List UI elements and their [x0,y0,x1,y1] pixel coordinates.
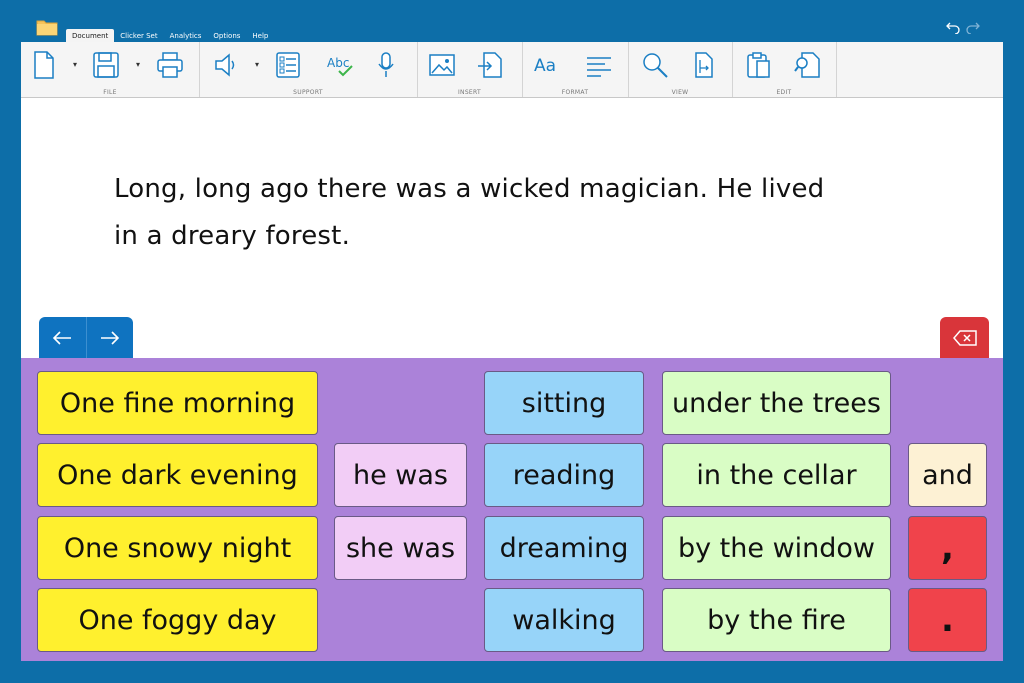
microphone-icon [378,52,394,77]
grid-cell-she-was[interactable]: she was [334,516,467,580]
speaker-icon [215,53,235,77]
align-button[interactable] [582,48,616,82]
backspace-button[interactable] [940,317,989,358]
grid-navigation [39,317,133,358]
grid-cell-one-dark-evening[interactable]: One dark evening [37,443,318,507]
new-document-icon [34,51,54,79]
find-icon [794,52,820,78]
speech-button[interactable] [209,48,243,82]
align-icon [587,57,611,77]
grid-cell-by-the-window[interactable]: by the window [662,516,891,580]
spellcheck-icon: Abc [327,56,353,77]
clicker-grid: One fine morning One dark evening One sn… [21,358,1003,661]
grid-cell-one-snowy-night[interactable]: One snowy night [37,516,318,580]
undo-redo [946,20,980,34]
spellcheck-button[interactable]: Abc [323,48,357,82]
zoom-button[interactable] [638,48,672,82]
print-icon [157,52,183,78]
grid-cell-dreaming[interactable]: dreaming [484,516,644,580]
grid-cell-in-the-cellar[interactable]: in the cellar [662,443,891,507]
grid-cell-sitting[interactable]: sitting [484,371,644,435]
tab-document[interactable]: Document [66,29,115,43]
tab-options[interactable]: Options [207,29,246,43]
print-button[interactable] [153,48,187,82]
ribbon-group-label: EDIT [776,89,792,96]
ribbon-group-view: VIEW [628,42,733,97]
page-size-button[interactable] [686,48,720,82]
speech-dropdown-caret[interactable]: ▾ [255,61,263,69]
backspace-icon [952,329,977,346]
document-area[interactable]: Long, long ago there was a wicked magici… [21,98,1003,358]
ribbon-group-format: Aa FORMAT [522,42,629,97]
grid-cell-full-stop[interactable]: . [908,588,987,652]
new-dropdown-caret[interactable]: ▾ [73,61,81,69]
next-grid-button[interactable] [85,317,134,358]
document-text[interactable]: Long, long ago there was a wicked magici… [114,166,914,260]
page-size-icon [695,52,713,78]
tab-help[interactable]: Help [246,29,274,43]
find-replace-button[interactable] [790,48,824,82]
ribbon-group-label: SUPPORT [293,89,323,96]
paste-icon [747,52,770,78]
grid-cell-reading[interactable]: reading [484,443,644,507]
save-dropdown-caret[interactable]: ▾ [136,61,144,69]
paste-button[interactable] [742,48,776,82]
folder-icon[interactable] [36,18,58,36]
grid-cell-he-was[interactable]: he was [334,443,467,507]
image-icon [429,54,455,76]
ribbon-group-label: FORMAT [561,89,589,96]
insert-file-button[interactable] [473,48,507,82]
ribbon-group-label: FILE [103,89,117,96]
back-arrow-icon [53,330,72,345]
grid-cell-comma[interactable]: , [908,516,987,580]
grid-cell-by-the-fire[interactable]: by the fire [662,588,891,652]
grid-cell-one-fine-morning[interactable]: One fine morning [37,371,318,435]
undo-icon[interactable] [946,20,960,34]
list-icon [276,52,300,78]
font-icon: Aa [534,56,556,76]
word-bank-button[interactable] [271,48,305,82]
redo-icon[interactable] [966,20,980,34]
save-button[interactable] [89,48,123,82]
forward-arrow-icon [100,330,119,345]
grid-cell-under-the-trees[interactable]: under the trees [662,371,891,435]
ribbon-group-label: INSERT [457,89,482,96]
ribbon-group-file: ▾ ▾ FILE [21,42,200,97]
tab-analytics[interactable]: Analytics [164,29,208,43]
grid-cell-walking[interactable]: walking [484,588,644,652]
ribbon-group-support: ▾ Abc SUPPORT [199,42,418,97]
document-line-2: in a dreary forest. [114,221,351,251]
ribbon-toolbar: ▾ ▾ FILE ▾ Abc SUPPORT INSERT Aa FORMAT … [21,42,1003,98]
search-icon [643,53,668,78]
ribbon-group-insert: INSERT [417,42,523,97]
new-document-button[interactable] [27,48,61,82]
insert-image-button[interactable] [425,48,459,82]
svg-text:Aa: Aa [534,56,556,76]
ribbon-group-label: VIEW [671,89,689,96]
grid-cell-and[interactable]: and [908,443,987,507]
document-line-1: Long, long ago there was a wicked magici… [114,174,825,204]
dictation-button[interactable] [369,48,403,82]
tab-clicker-set[interactable]: Clicker Set [114,29,163,43]
previous-grid-button[interactable] [39,317,86,358]
font-button[interactable]: Aa [532,48,566,82]
save-icon [93,52,119,78]
menu-tabs: Document Clicker Set Analytics Options H… [66,29,274,43]
ribbon-group-edit: EDIT [732,42,837,97]
insert-icon [478,52,502,78]
svg-text:Abc: Abc [327,56,349,70]
grid-cell-one-foggy-day[interactable]: One foggy day [37,588,318,652]
